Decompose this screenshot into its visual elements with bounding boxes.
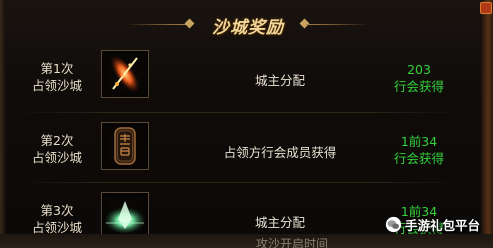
row-divider	[14, 182, 461, 183]
capture-count: 第3次	[40, 203, 74, 218]
reward-panel: 沙城奖励 第1次 占领沙城 城主分配 203 行会获得 第2次 占领沙城 占领方…	[6, 6, 481, 240]
reward-recipient: 行会获得	[393, 151, 444, 166]
diamond-ornament-icon	[184, 18, 195, 29]
reward-recipient: 行会获得	[393, 79, 444, 94]
watermark-text: 手游礼包平台	[405, 217, 481, 233]
distribution-method: 城主分配	[254, 73, 305, 88]
title-ornament-left	[126, 24, 188, 25]
capture-rank: 第3次 占领沙城	[14, 202, 100, 236]
reward-row: 第2次 占领沙城 占领方行会成员获得 1前34 行会获得	[6, 118, 481, 180]
footer-text: 攻沙开启时间	[256, 237, 329, 248]
capture-rank: 第1次 占领沙城	[14, 60, 100, 94]
glowing-crystal-icon	[104, 201, 146, 233]
reward-value: 1前34	[400, 134, 438, 149]
distribution-method: 城主分配	[254, 215, 305, 230]
flame-sword-icon	[110, 55, 140, 93]
capture-label: 占领沙城	[31, 150, 82, 165]
title-bar: 沙城奖励	[6, 6, 481, 42]
panel-title: 沙城奖励	[212, 18, 284, 38]
wechat-logo-icon	[385, 216, 402, 232]
capture-count: 第2次	[40, 133, 74, 148]
reward-window: 沙城奖励 第1次 占领沙城 城主分配 203 行会获得 第2次 占领沙城 占领方…	[0, 0, 493, 248]
row-divider	[14, 112, 461, 113]
reward-value: 203	[407, 62, 431, 77]
capture-rank: 第2次 占领沙城	[14, 132, 100, 166]
distribution-method: 占领方行会成员获得	[223, 145, 337, 160]
item-slot[interactable]	[101, 192, 149, 240]
watermark: 手游礼包平台	[385, 213, 480, 235]
reward-amount: 1前34 行会获得	[378, 133, 460, 167]
item-slot[interactable]	[101, 122, 149, 170]
capture-count: 第1次	[40, 61, 74, 76]
capture-label: 占领沙城	[31, 78, 82, 93]
footer-strip: 攻沙开启时间	[0, 234, 493, 248]
close-gem-icon[interactable]	[480, 2, 492, 14]
item-slot[interactable]	[101, 50, 149, 98]
title-ornament-right	[306, 24, 368, 25]
sand-city-token-icon	[114, 127, 136, 165]
reward-amount: 203 行会获得	[378, 61, 460, 95]
reward-row: 第1次 占领沙城 城主分配 203 行会获得	[6, 46, 481, 108]
window-right-border	[480, 0, 493, 248]
